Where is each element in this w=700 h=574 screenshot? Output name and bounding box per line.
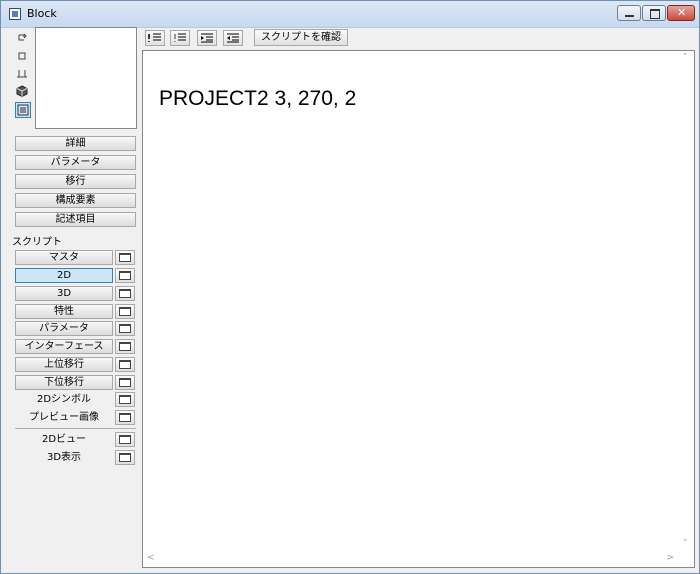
minimize-button[interactable]	[617, 5, 641, 21]
components-button[interactable]: 構成要素	[15, 193, 136, 208]
2d-symbol-window-icon[interactable]	[115, 392, 135, 407]
script-2d-button[interactable]: 2D	[15, 268, 113, 283]
3d-cube-icon[interactable]	[15, 84, 31, 100]
script-master-window-icon[interactable]	[115, 250, 135, 265]
app-icon	[9, 8, 21, 20]
window-title: Block	[27, 7, 57, 20]
scroll-up-icon[interactable]: ˄	[683, 53, 688, 63]
script-backward-migration-button[interactable]: 下位移行	[15, 375, 113, 390]
check-script-button[interactable]: スクリプトを確認	[254, 29, 348, 46]
scripts-label: スクリプト	[12, 237, 62, 248]
divider	[15, 428, 136, 429]
2d-symbol-button[interactable]: 2Dシンボル	[15, 392, 113, 407]
3d-view-window-icon[interactable]	[115, 450, 135, 465]
list-view-icon[interactable]	[15, 102, 31, 118]
2d-view-button[interactable]: 2Dビュー	[15, 432, 113, 447]
2d-view-window-icon[interactable]	[115, 432, 135, 447]
preview-image-button[interactable]: プレビュー画像	[15, 410, 113, 425]
preview-image-window-icon[interactable]	[115, 410, 135, 425]
main-window: Block 詳細 パラメータ 移行 構成要素 記	[0, 0, 700, 574]
close-button[interactable]	[667, 5, 695, 21]
elevation-view-icon[interactable]	[15, 67, 31, 83]
3d-view-button[interactable]: 3D表示	[15, 450, 113, 465]
comment-icon[interactable]	[145, 30, 165, 46]
outdent-icon[interactable]	[223, 30, 243, 46]
script-editor[interactable]: PROJECT2 3, 270, 2 ˄ ˅ < >	[142, 50, 695, 568]
script-parameters-window-icon[interactable]	[115, 321, 135, 336]
parameters-button[interactable]: パラメータ	[15, 155, 136, 170]
square-view-icon[interactable]	[15, 49, 31, 65]
horizontal-scrollbar[interactable]: < >	[143, 551, 678, 567]
scroll-left-icon[interactable]: <	[147, 553, 155, 563]
preview-pane	[35, 27, 137, 129]
script-forward-migration-button[interactable]: 上位移行	[15, 357, 113, 372]
script-3d-button[interactable]: 3D	[15, 286, 113, 301]
scroll-down-icon[interactable]: ˅	[683, 539, 688, 549]
rotate-icon[interactable]	[15, 31, 31, 47]
script-forward-migration-window-icon[interactable]	[115, 357, 135, 372]
descriptors-button[interactable]: 記述項目	[15, 212, 136, 227]
script-interface-button[interactable]: インターフェース	[15, 339, 113, 354]
details-button[interactable]: 詳細	[15, 136, 136, 151]
editor-toolbar: スクリプトを確認	[143, 27, 699, 49]
scroll-right-icon[interactable]: >	[666, 553, 674, 563]
script-backward-migration-window-icon[interactable]	[115, 375, 135, 390]
script-master-button[interactable]: マスタ	[15, 250, 113, 265]
editor-text[interactable]: PROJECT2 3, 270, 2	[159, 87, 356, 111]
migration-button[interactable]: 移行	[15, 174, 136, 189]
script-3d-window-icon[interactable]	[115, 286, 135, 301]
script-parameters-button[interactable]: パラメータ	[15, 321, 113, 336]
script-properties-button[interactable]: 特性	[15, 304, 113, 319]
script-2d-window-icon[interactable]	[115, 268, 135, 283]
title-bar: Block	[1, 1, 699, 28]
left-panel: 詳細 パラメータ 移行 構成要素 記述項目 スクリプト マスタ 2D 3D 特性…	[1, 27, 141, 573]
maximize-button[interactable]	[642, 5, 666, 21]
vertical-scrollbar[interactable]: ˄ ˅	[678, 51, 694, 551]
indent-icon[interactable]	[197, 30, 217, 46]
uncomment-icon[interactable]	[170, 30, 190, 46]
script-interface-window-icon[interactable]	[115, 339, 135, 354]
script-properties-window-icon[interactable]	[115, 304, 135, 319]
